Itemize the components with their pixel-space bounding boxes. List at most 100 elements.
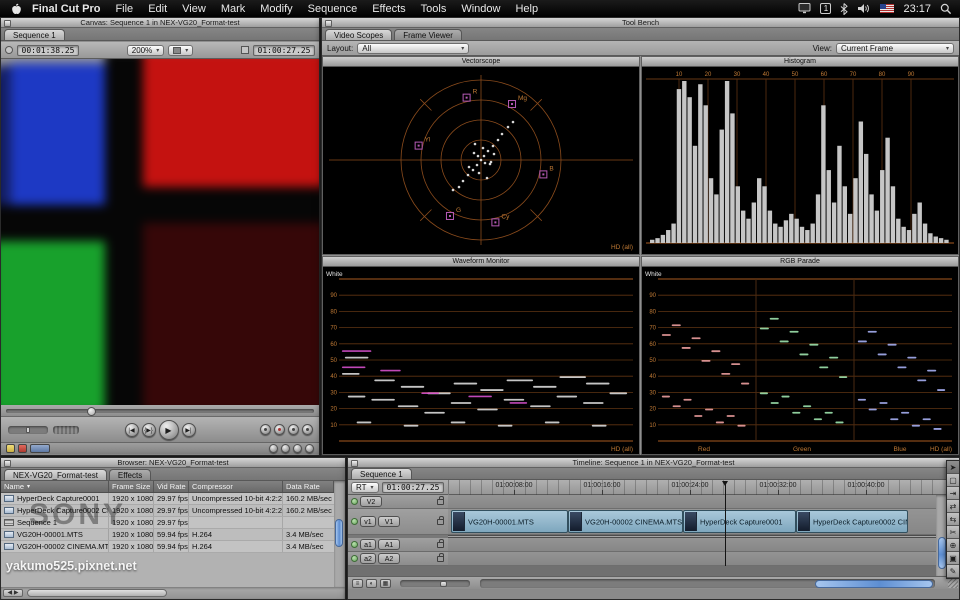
track-visibility-toggle[interactable]: [351, 498, 358, 505]
spotlight-icon[interactable]: [940, 3, 952, 15]
canvas-video-frame[interactable]: [1, 59, 319, 405]
marker-button[interactable]: [293, 444, 302, 453]
close-window-button[interactable]: [4, 460, 11, 467]
tool-pen[interactable]: ✎: [947, 565, 959, 578]
tool-slip[interactable]: ⇆: [947, 513, 959, 526]
overwrite-edit-button[interactable]: [18, 444, 27, 453]
lock-track-icon[interactable]: [437, 556, 444, 562]
canvas-scrubber[interactable]: [1, 405, 319, 417]
tab-frame-viewer[interactable]: Frame Viewer: [394, 29, 462, 40]
lock-track-icon[interactable]: [437, 519, 444, 525]
menu-window[interactable]: Window: [461, 3, 500, 15]
keyframe-button[interactable]: [281, 444, 290, 453]
source-a1[interactable]: a1: [360, 539, 376, 550]
next-edit-button[interactable]: ▶|: [182, 423, 196, 437]
tool-zoom[interactable]: ⊕: [947, 539, 959, 552]
track-visibility-toggle[interactable]: [351, 555, 358, 562]
clip-overlays-button[interactable]: ◐: [366, 579, 377, 588]
play-button[interactable]: ▶: [159, 420, 179, 440]
tab-video-scopes[interactable]: Video Scopes: [325, 29, 392, 40]
tool-select-track[interactable]: ⇥: [947, 487, 959, 500]
track-v2-lane[interactable]: [448, 495, 936, 509]
timeline-titlebar[interactable]: Timeline: Sequence 1 in NEX-VG20_Format-…: [348, 458, 959, 468]
canvas-titlebar[interactable]: Canvas: Sequence 1 in NEX-VG20_Format-te…: [1, 18, 319, 28]
timeline-clip[interactable]: HyperDeck Capture0002 CINEMA: [796, 510, 908, 533]
mark-out-button[interactable]: [269, 444, 278, 453]
apple-menu-icon[interactable]: [10, 2, 23, 15]
lock-track-icon[interactable]: [437, 499, 444, 505]
mark-in-button[interactable]: [302, 424, 313, 435]
tab-project[interactable]: NEX-VG20_Format-test: [4, 469, 107, 480]
zoom-slider[interactable]: [400, 580, 470, 587]
browser-horizontal-scrollbar[interactable]: ◀ ▶: [1, 587, 345, 599]
menu-help[interactable]: Help: [515, 3, 538, 15]
tool-bench-titlebar[interactable]: Tool Bench: [322, 18, 959, 28]
timeline-clip[interactable]: VG20H-00001.MTS: [451, 510, 568, 533]
tool-razor[interactable]: ✂: [947, 526, 959, 539]
menu-edit[interactable]: Edit: [148, 3, 167, 15]
scrollbar-thumb[interactable]: [815, 580, 933, 588]
zoom-popup[interactable]: 200%▾: [127, 45, 164, 56]
column-header-vid-rate[interactable]: Vid Rate: [154, 481, 189, 492]
close-window-button[interactable]: [351, 460, 358, 467]
bluetooth-icon[interactable]: [840, 3, 848, 15]
track-destination-v2[interactable]: V2: [360, 496, 382, 507]
app-menu-title[interactable]: Final Cut Pro: [32, 3, 100, 15]
track-destination-a2[interactable]: A2: [378, 553, 400, 564]
view-options-popup[interactable]: ▾: [168, 45, 193, 56]
clip-keyframes-button[interactable]: ▦: [380, 579, 391, 588]
tool-roll[interactable]: ⇄: [947, 500, 959, 513]
browser-row[interactable]: VG20H-00002 CINEMA.MTS 1920 x 1080 59.94…: [1, 541, 345, 553]
close-window-button[interactable]: [325, 20, 332, 27]
timeline-timecode-field[interactable]: 01:00:27.25: [382, 482, 444, 493]
menu-view[interactable]: View: [182, 3, 206, 15]
tool-edit-selection[interactable]: ▢: [947, 474, 959, 487]
volume-icon[interactable]: [857, 3, 871, 14]
column-header-data-rate[interactable]: Data Rate: [283, 481, 334, 492]
source-v1[interactable]: v1: [360, 516, 376, 527]
timeline-horizontal-scrollbar[interactable]: [480, 579, 935, 588]
input-source-icon[interactable]: 1: [820, 3, 831, 14]
track-visibility-toggle[interactable]: [351, 541, 358, 548]
view-popup[interactable]: Current Frame▾: [836, 43, 954, 54]
source-a2[interactable]: a2: [360, 553, 376, 564]
track-visibility-toggle[interactable]: [351, 518, 358, 525]
track-v1-lane[interactable]: VG20H-00001.MTS VG20H-00002 CINEMA.MTS H…: [448, 509, 936, 535]
timeline-tab-sequence[interactable]: Sequence 1: [351, 468, 412, 479]
canvas-tab-sequence[interactable]: Sequence 1: [4, 29, 65, 40]
track-height-button[interactable]: ≡: [352, 579, 363, 588]
mark-clip-button[interactable]: [274, 424, 285, 435]
scrollbar-thumb[interactable]: [335, 519, 343, 547]
layout-popup[interactable]: All▾: [357, 43, 469, 54]
scroll-arrows[interactable]: ◀ ▶: [3, 589, 23, 597]
input-language-flag-icon[interactable]: [880, 4, 894, 13]
recent-clips-button[interactable]: [305, 444, 314, 453]
menu-file[interactable]: File: [115, 3, 133, 15]
menu-bar-clock[interactable]: 23:17: [903, 3, 931, 15]
play-in-to-out-button[interactable]: {▶}: [142, 423, 156, 437]
tool-crop[interactable]: ▣: [947, 552, 959, 565]
track-a1-lane[interactable]: [448, 538, 936, 552]
add-marker-button[interactable]: [288, 424, 299, 435]
current-timecode-field[interactable]: 01:00:27.25: [253, 45, 315, 56]
menu-tools[interactable]: Tools: [421, 3, 447, 15]
browser-titlebar[interactable]: Browser: NEX-VG20_Format-test: [1, 458, 345, 468]
replace-edit-button[interactable]: [30, 444, 50, 453]
lock-track-icon[interactable]: [437, 542, 444, 548]
match-frame-button[interactable]: [260, 424, 271, 435]
column-header-compressor[interactable]: Compressor: [189, 481, 283, 492]
menu-modify[interactable]: Modify: [260, 3, 292, 15]
track-destination-v1[interactable]: V1: [378, 516, 400, 527]
timeline-playhead[interactable]: [725, 481, 726, 576]
menu-effects[interactable]: Effects: [372, 3, 405, 15]
rt-popup[interactable]: RT▾: [351, 482, 379, 493]
scrollbar-thumb[interactable]: [938, 537, 946, 569]
timeline-ruler[interactable]: 01:00:08:00 01:00:16:00 01:00:24:00 01:0…: [448, 480, 936, 495]
display-icon[interactable]: [798, 3, 811, 14]
browser-vertical-scrollbar[interactable]: [334, 481, 345, 587]
duration-timecode-field[interactable]: 00:01:38.25: [17, 45, 79, 56]
track-destination-a1[interactable]: A1: [378, 539, 400, 550]
previous-edit-button[interactable]: |◀: [125, 423, 139, 437]
menu-sequence[interactable]: Sequence: [308, 3, 358, 15]
column-header-frame-size[interactable]: Frame Size: [109, 481, 154, 492]
